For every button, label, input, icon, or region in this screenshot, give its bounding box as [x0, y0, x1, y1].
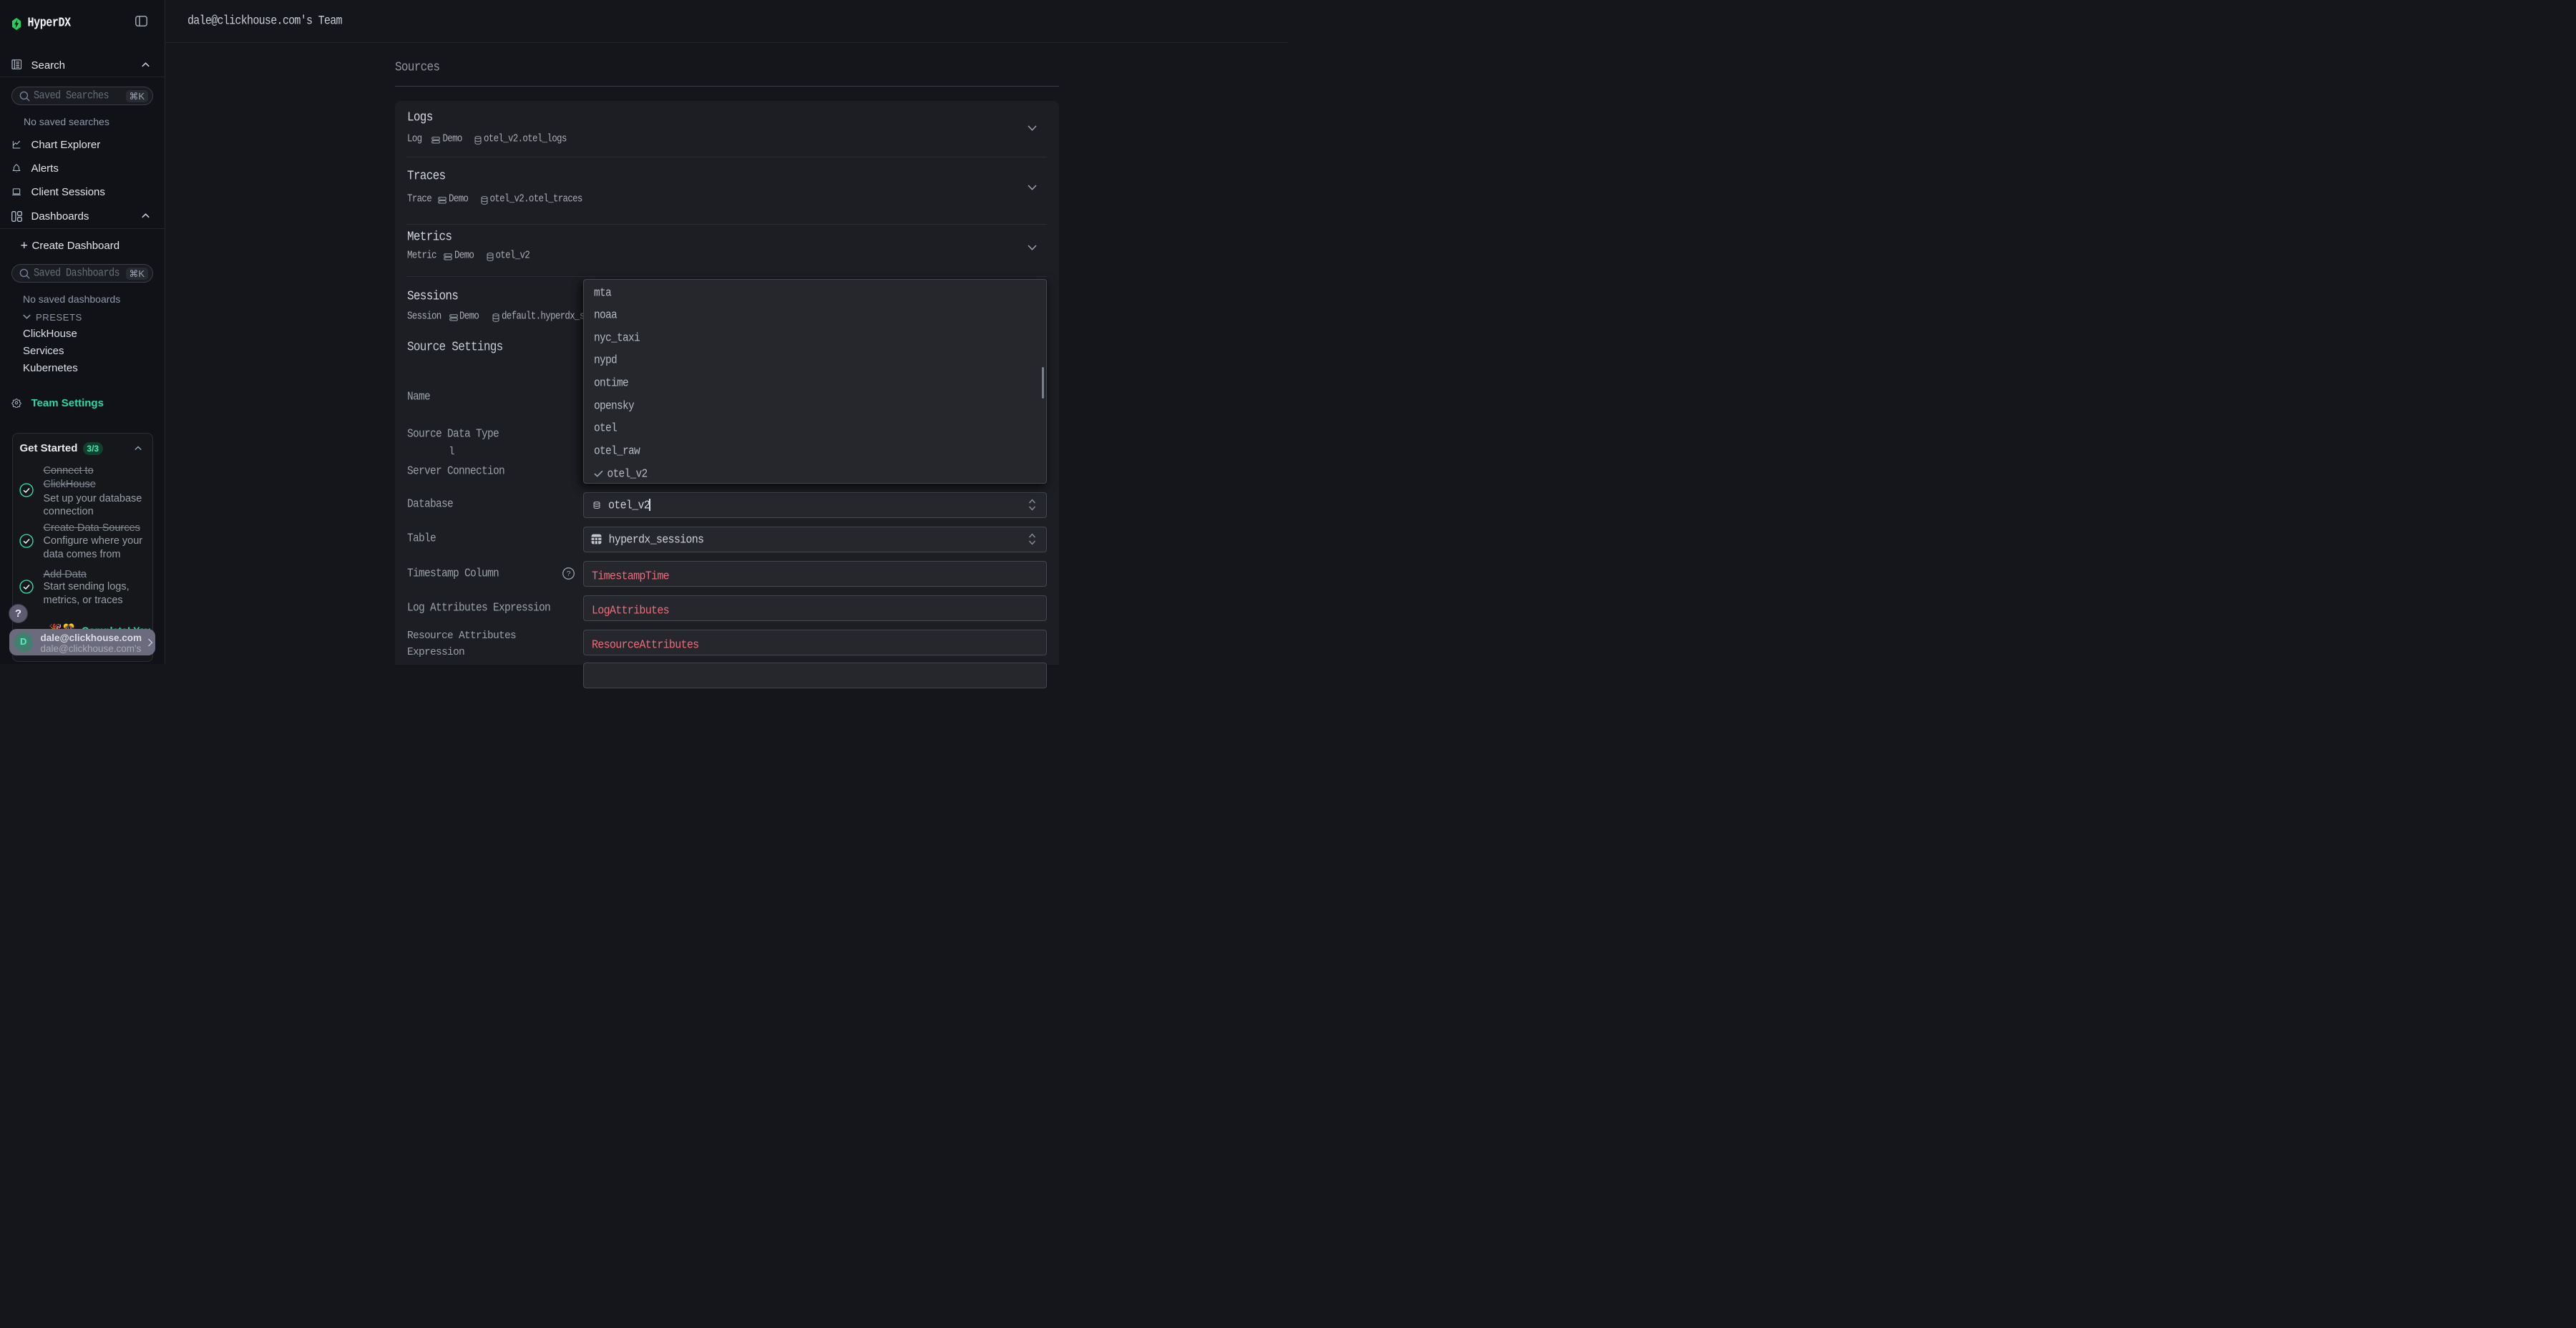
svg-text:?: ? [567, 570, 571, 578]
